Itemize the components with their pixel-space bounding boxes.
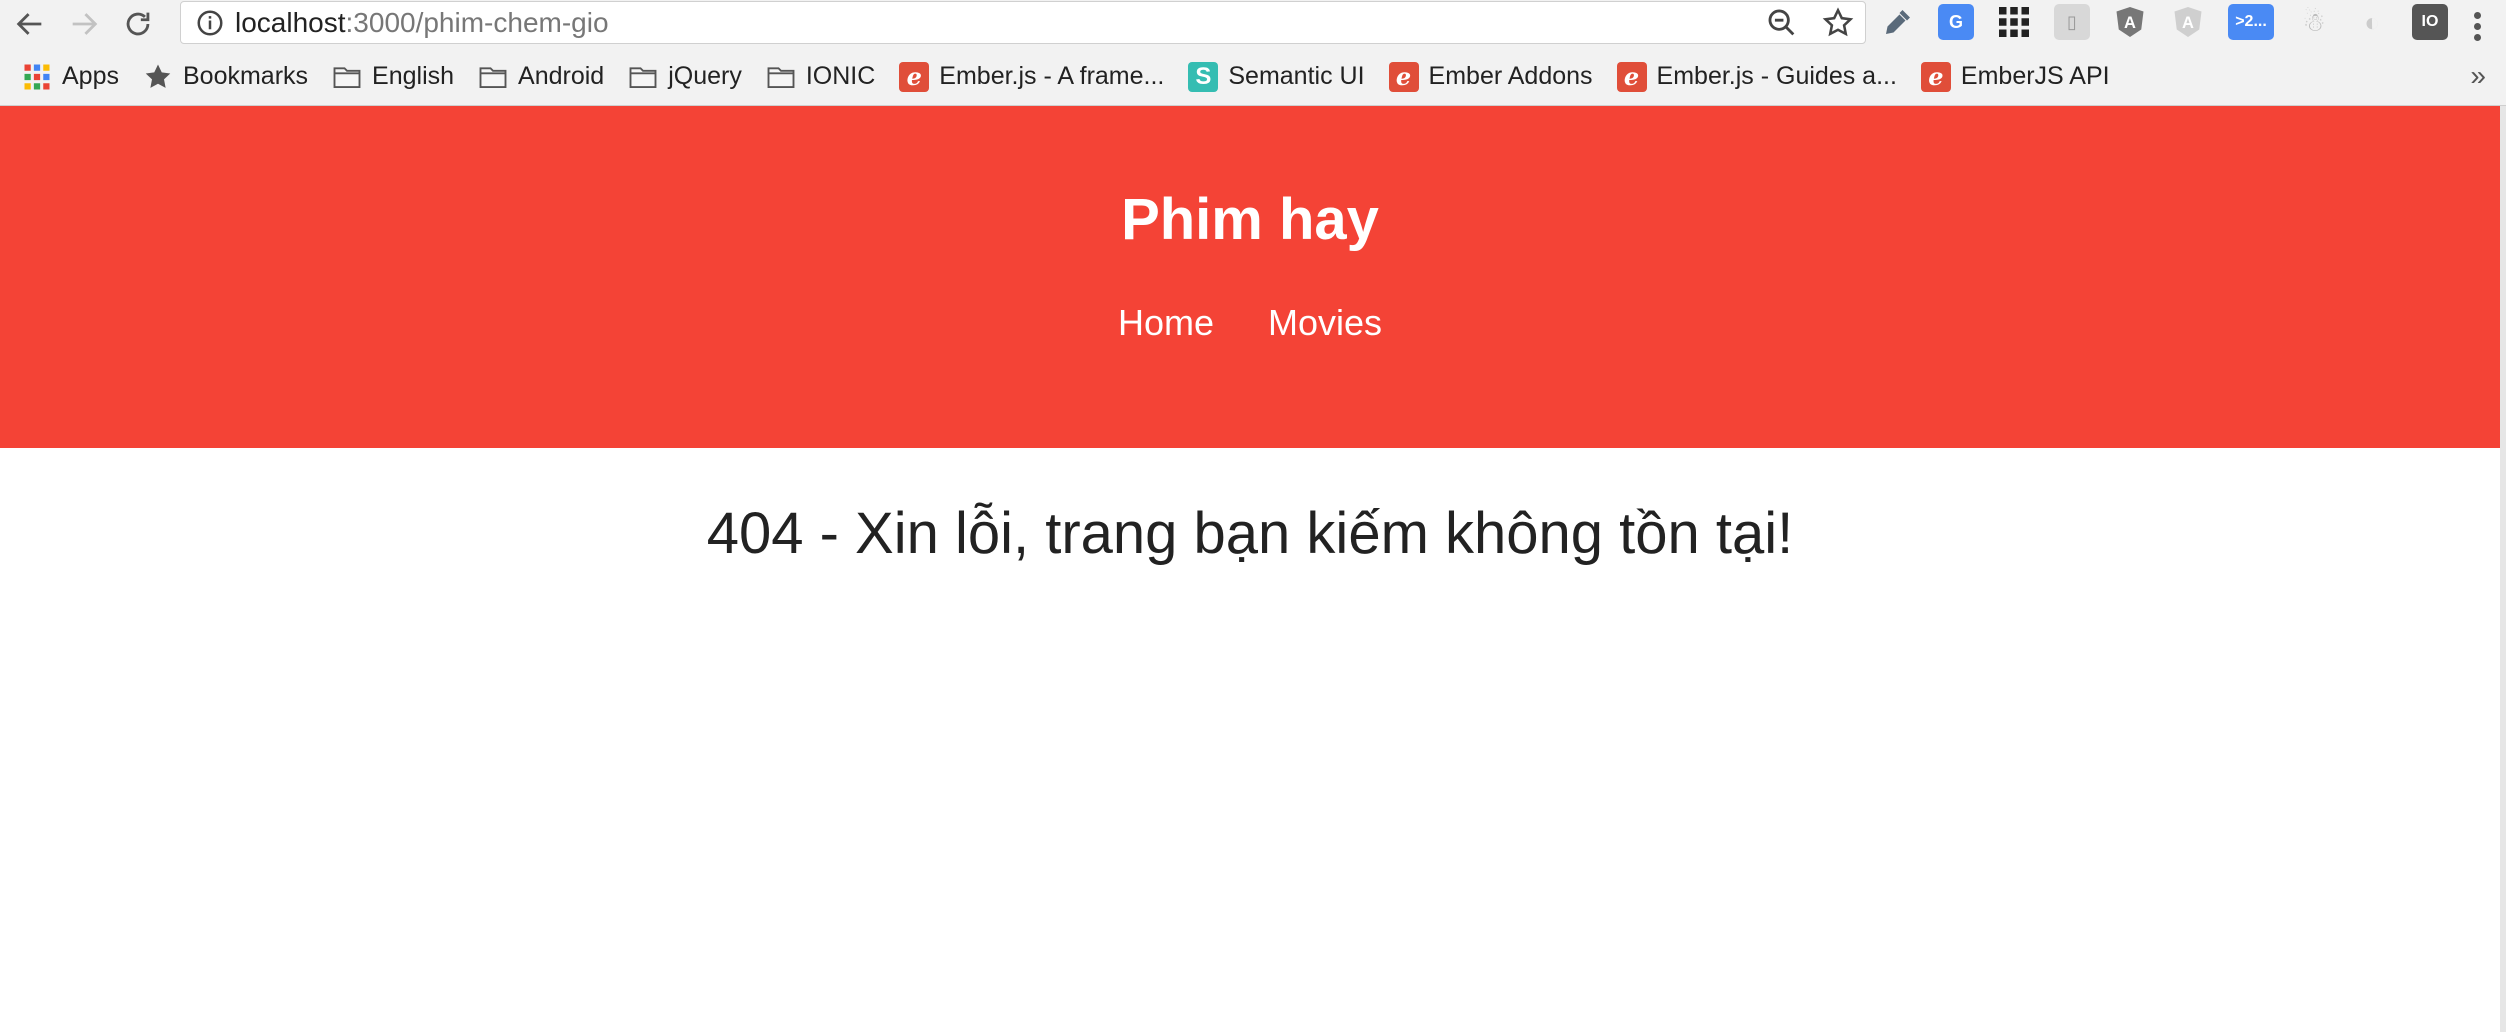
nav-link-home[interactable]: Home [1118, 302, 1214, 344]
angular-icon[interactable]: A [2112, 4, 2148, 40]
folder-icon [333, 66, 361, 88]
reload-icon [126, 12, 150, 36]
info-icon[interactable] [195, 8, 225, 38]
extensions-bar: G ▯ A A >2... ☃ ◐ IO [1880, 4, 2448, 40]
gmail-checker-icon[interactable]: >2... [2228, 4, 2274, 40]
ember-icon: e [1616, 61, 1647, 92]
bookmark-label: Bookmarks [182, 62, 309, 90]
grid-extension-icon[interactable] [1996, 4, 2032, 40]
browser-menu-icon[interactable] [2474, 8, 2484, 45]
bookmark-bookmarks[interactable]: Bookmarks [143, 62, 308, 92]
gmail-badge: >2... [2235, 13, 2267, 30]
svg-text:A: A [2124, 14, 2136, 32]
site-header: Phim hay Home Movies [0, 106, 2500, 448]
bookmark-folder-ionic[interactable]: IONIC [766, 62, 875, 92]
bookmark-folder-english[interactable]: English [332, 62, 454, 92]
url-path: :3000/phim-chem-gio [345, 6, 609, 38]
bookmark-label: Semantic UI [1228, 62, 1365, 90]
reload-button[interactable] [114, 0, 162, 48]
scrollbar[interactable] [2500, 106, 2506, 1032]
bookmark-label: Apps [62, 62, 119, 90]
bookmark-folder-android[interactable]: Android [478, 62, 604, 92]
url-text: localhost:3000/phim-chem-gio [235, 7, 609, 39]
bookmark-ember-framework[interactable]: e Ember.js - A frame... [899, 61, 1165, 92]
camera-extension-icon[interactable]: IO [2412, 4, 2448, 40]
bookmark-label: IONIC [805, 62, 876, 90]
arrow-left-icon [16, 13, 42, 35]
bookmark-ember-addons[interactable]: e Ember Addons [1388, 61, 1593, 92]
folder-icon [767, 66, 795, 88]
apps-grid-icon [24, 64, 50, 89]
eyedropper-icon[interactable] [1880, 4, 1916, 40]
folder-icon [479, 66, 507, 88]
more-bookmarks-chevron-icon[interactable]: » [2470, 60, 2486, 92]
folder-icon [629, 66, 657, 88]
google-translate-icon[interactable]: G [1938, 4, 1974, 40]
ember-icon: e [1388, 61, 1419, 92]
bookmark-semantic-ui[interactable]: S Semantic UI [1188, 61, 1365, 92]
angular-batarang-icon[interactable]: A [2170, 4, 2206, 40]
back-button[interactable] [6, 0, 54, 48]
url-host: localhost [235, 6, 346, 38]
ember-icon: e [899, 61, 930, 92]
svg-text:A: A [2182, 14, 2194, 32]
bookmarks-bar: Apps Bookmarks English Android jQuery IO… [0, 48, 2506, 106]
ghost-extension-icon[interactable]: ☃ [2296, 4, 2332, 40]
bookmark-emberjs-api[interactable]: e EmberJS API [1920, 61, 2110, 92]
star-icon [145, 64, 171, 88]
main-nav: Home Movies [0, 302, 2500, 344]
bookmark-ember-guides[interactable]: e Ember.js - Guides a... [1616, 61, 1897, 92]
error-404-message: 404 - Xin lỗi, trang bạn kiếm không tồn … [706, 501, 1794, 566]
bookmark-label: Ember.js - Guides a... [1656, 62, 1897, 90]
bookmark-label: EmberJS API [1960, 62, 2110, 90]
browser-toolbar: localhost:3000/phim-chem-gio G ▯ A A >2.… [0, 0, 2506, 48]
star-bookmark-icon[interactable] [1821, 6, 1855, 40]
zoom-out-icon[interactable] [1765, 6, 1799, 40]
bookmark-label: Ember.js - A frame... [939, 62, 1165, 90]
semantic-icon: S [1188, 61, 1219, 92]
puzzle-extension-icon[interactable]: ▯ [2054, 4, 2090, 40]
site-title[interactable]: Phim hay [0, 186, 2500, 253]
bookmark-label: Ember Addons [1428, 62, 1593, 90]
address-bar[interactable]: localhost:3000/phim-chem-gio [180, 1, 1866, 44]
forward-button[interactable] [60, 0, 108, 48]
bookmark-label: jQuery [668, 62, 742, 90]
bookmark-folder-jquery[interactable]: jQuery [628, 62, 742, 92]
bookmark-label: Android [518, 62, 605, 90]
nav-link-movies[interactable]: Movies [1268, 302, 1382, 344]
leaf-extension-icon[interactable]: ◐ [2354, 4, 2390, 40]
ember-icon: e [1920, 61, 1951, 92]
arrow-right-icon [72, 13, 98, 35]
bookmark-label: English [372, 62, 455, 90]
bookmark-apps[interactable]: Apps [22, 62, 119, 92]
